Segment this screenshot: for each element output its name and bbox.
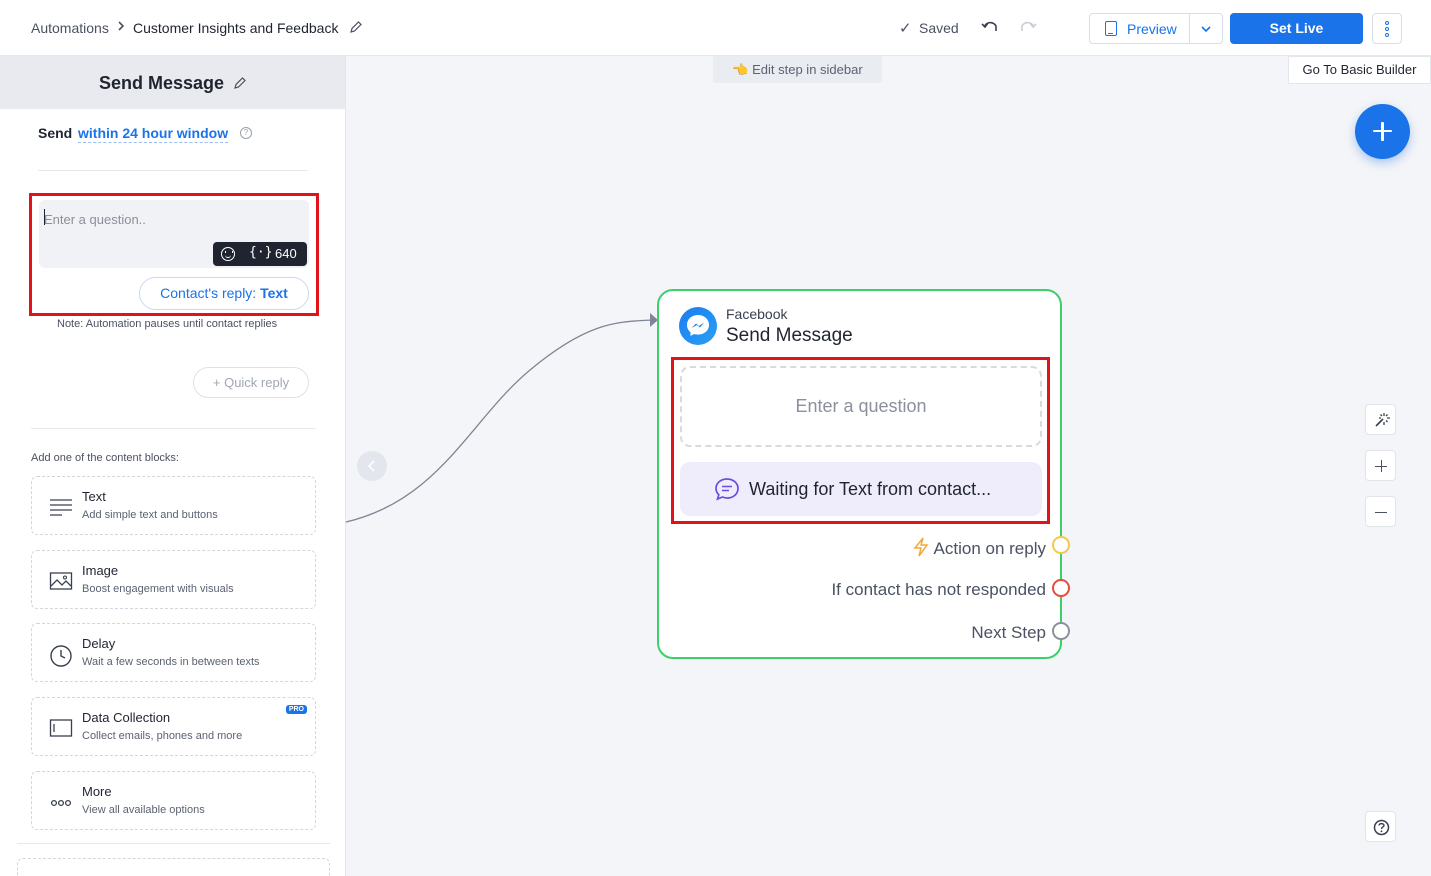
pause-note: Note: Automation pauses until contact re… [57,318,278,330]
editor-tools: {·} 640 [213,242,307,266]
action-on-reply-output: Action on reply [912,537,1046,559]
breadcrumb-current: Customer Insights and Feedback [133,20,339,36]
output-label: Action on reply [933,539,1046,558]
basic-builder-button[interactable]: Go To Basic Builder [1288,56,1431,84]
saved-status: Saved [919,20,959,36]
top-bar: Automations Customer Insights and Feedba… [0,0,1431,56]
magic-wand-icon [1375,413,1390,427]
sidebar-title: Send Message [99,73,225,93]
variable-icon[interactable]: {·} [249,245,272,260]
send-window-link[interactable]: within 24 hour window [78,125,229,143]
clock-icon [49,644,73,667]
step-editor-sidebar: Send Message Send within 24 hour window … [0,56,346,876]
block-data-collection[interactable]: Data Collection Collect emails, phones a… [31,697,316,756]
undo-icon[interactable] [980,17,1000,37]
messenger-icon [679,307,717,345]
sidebar-header: Send Message [0,56,345,109]
mobile-icon [1105,21,1117,36]
lightning-icon [912,537,929,557]
block-description: Collect emails, phones and more [82,730,243,742]
block-image[interactable]: Image Boost engagement with visuals [31,550,316,609]
block-description: Wait a few seconds in between texts [82,656,260,668]
block-title: Delay [82,636,116,651]
pro-badge: PRO [285,705,307,714]
divider [38,170,308,171]
chevron-down-icon[interactable] [1200,22,1212,34]
block-delay[interactable]: Delay Wait a few seconds in between text… [31,623,316,682]
block-title: Data Collection [82,710,171,725]
zoom-in-button[interactable] [1365,450,1396,481]
preview-label: Preview [1127,21,1177,37]
contact-reply-type-button[interactable]: Contact's reply: Text [139,277,309,310]
block-description: Boost engagement with visuals [82,583,234,595]
action-on-reply-port[interactable] [1052,536,1070,554]
block-more[interactable]: More View all available options [31,771,316,830]
more-icon [49,792,73,812]
redo-icon[interactable] [1018,17,1038,37]
more-options-button[interactable] [1372,13,1402,44]
not-responded-port[interactable] [1052,579,1070,597]
help-icon [1373,819,1390,836]
set-live-button[interactable]: Set Live [1230,13,1363,44]
block-title: Image [82,563,119,578]
chevron-left-icon [367,460,375,472]
block-description: Add simple text and buttons [82,509,218,521]
send-message-node[interactable]: Facebook Send Message Enter a question W… [657,289,1070,659]
add-step-button[interactable] [1355,104,1410,159]
help-button[interactable] [1365,811,1396,842]
next-step-port[interactable] [1052,622,1070,640]
pencil-icon[interactable] [233,76,247,90]
edit-step-hint: 👈 Edit step in sidebar [713,56,882,83]
reply-type-value: Text [260,285,288,301]
block-title: Text [82,489,106,504]
content-blocks-heading: Add one of the content blocks: [31,452,179,464]
chat-bubble-icon [714,477,740,501]
waiting-text: Waiting for Text from contact... [749,479,992,499]
form-icon [49,718,73,738]
collapse-sidebar-button[interactable] [357,451,387,481]
image-icon [49,571,73,591]
auto-arrange-button[interactable] [1365,404,1396,435]
next-step-output: Next Step [971,623,1046,642]
block-description: View all available options [82,804,205,816]
preview-button[interactable]: Preview [1090,14,1190,43]
waiting-reply-indicator: Waiting for Text from contact... [680,462,1042,516]
divider [31,428,316,429]
preview-button-group: Preview [1089,13,1223,44]
pencil-icon[interactable] [349,20,363,34]
zoom-out-button[interactable] [1365,496,1396,527]
question-mark-icon[interactable]: ? [240,127,252,139]
node-question-placeholder[interactable]: Enter a question [680,366,1042,447]
sidebar-next-card [17,858,330,876]
lines-icon [49,497,73,517]
question-input[interactable] [44,210,274,228]
divider [17,843,330,844]
send-label: Send [38,125,73,141]
quick-reply-button[interactable]: + Quick reply [193,367,309,398]
check-icon: ✓ [899,20,912,37]
question-editor: {·} 640 [39,200,309,268]
not-responded-output: If contact has not responded [831,580,1046,599]
block-text[interactable]: Text Add simple text and buttons [31,476,316,535]
node-channel: Facebook [726,306,788,322]
node-title: Send Message [726,325,853,346]
breadcrumb-separator [116,19,126,36]
breadcrumb-automations-link[interactable]: Automations [31,20,109,36]
reply-type-label: Contact's reply: [160,285,261,301]
block-title: More [82,784,112,799]
emoji-icon[interactable] [221,247,235,261]
character-count: 640 [275,246,297,261]
